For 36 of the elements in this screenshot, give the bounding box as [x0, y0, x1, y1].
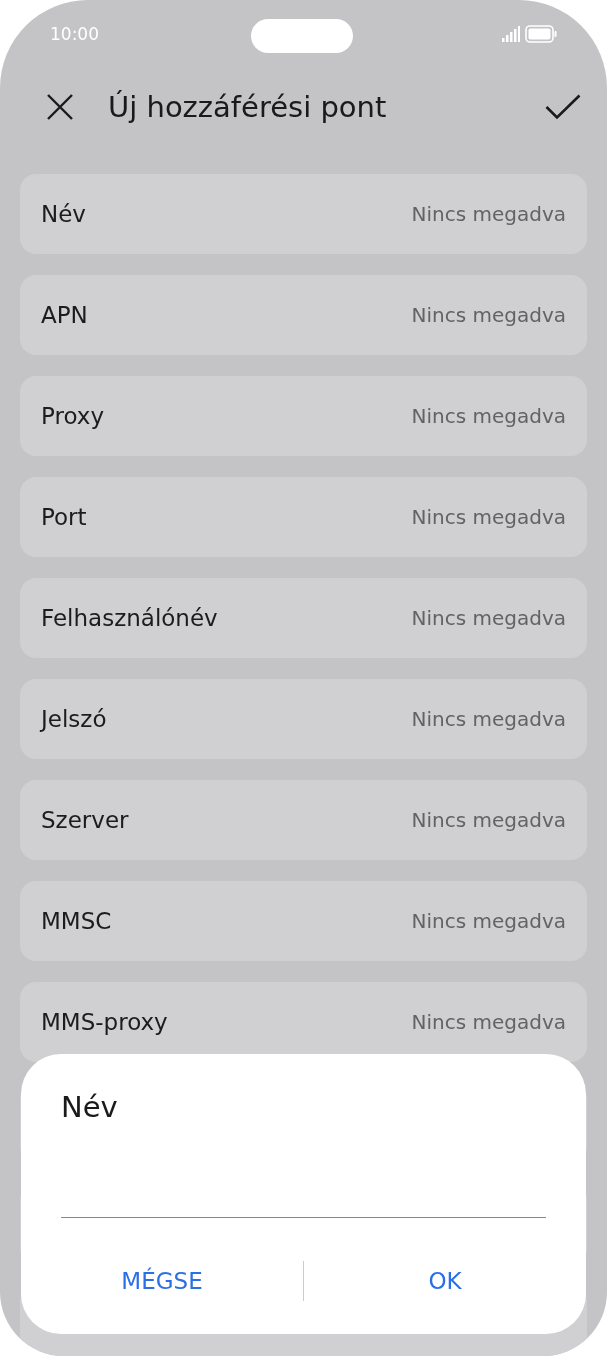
row-value: Nincs megadva [411, 404, 566, 428]
row-value: Nincs megadva [411, 707, 566, 731]
settings-row[interactable]: MMS-proxy Nincs megadva [20, 982, 587, 1062]
row-label: Felhasználónév [41, 605, 218, 631]
row-value: Nincs megadva [411, 202, 566, 226]
row-value: Nincs megadva [411, 606, 566, 630]
row-value: Nincs megadva [411, 303, 566, 327]
row-label: Név [41, 201, 86, 227]
row-label: Proxy [41, 403, 104, 429]
checkmark-icon[interactable] [545, 94, 581, 120]
row-label: Jelszó [41, 706, 107, 732]
close-icon[interactable] [46, 93, 74, 121]
row-value: Nincs megadva [411, 808, 566, 832]
settings-row[interactable]: Felhasználónév Nincs megadva [20, 578, 587, 658]
ok-button[interactable]: OK [304, 1260, 586, 1302]
battery-icon [525, 25, 557, 43]
row-label: MMSC [41, 908, 112, 934]
row-label: Szerver [41, 807, 129, 833]
settings-row[interactable]: MMSC Nincs megadva [20, 881, 587, 961]
row-value: Nincs megadva [411, 909, 566, 933]
settings-row[interactable]: Jelszó Nincs megadva [20, 679, 587, 759]
row-label: APN [41, 302, 88, 328]
row-value: Nincs megadva [411, 1010, 566, 1034]
status-time: 10:00 [50, 24, 99, 44]
settings-row[interactable]: APN Nincs megadva [20, 275, 587, 355]
settings-row[interactable]: Név Nincs megadva [20, 174, 587, 254]
settings-row[interactable]: Port Nincs megadva [20, 477, 587, 557]
page-title: Új hozzáférési pont [108, 90, 388, 124]
settings-row[interactable]: Proxy Nincs megadva [20, 376, 587, 456]
row-label: MMS-proxy [41, 1009, 168, 1035]
row-label: Port [41, 504, 87, 530]
row-value: Nincs megadva [411, 505, 566, 529]
signal-icon [502, 26, 520, 42]
dialog-title: Név [61, 1090, 119, 1124]
settings-row[interactable]: Szerver Nincs megadva [20, 780, 587, 860]
cancel-button[interactable]: MÉGSE [21, 1260, 303, 1302]
